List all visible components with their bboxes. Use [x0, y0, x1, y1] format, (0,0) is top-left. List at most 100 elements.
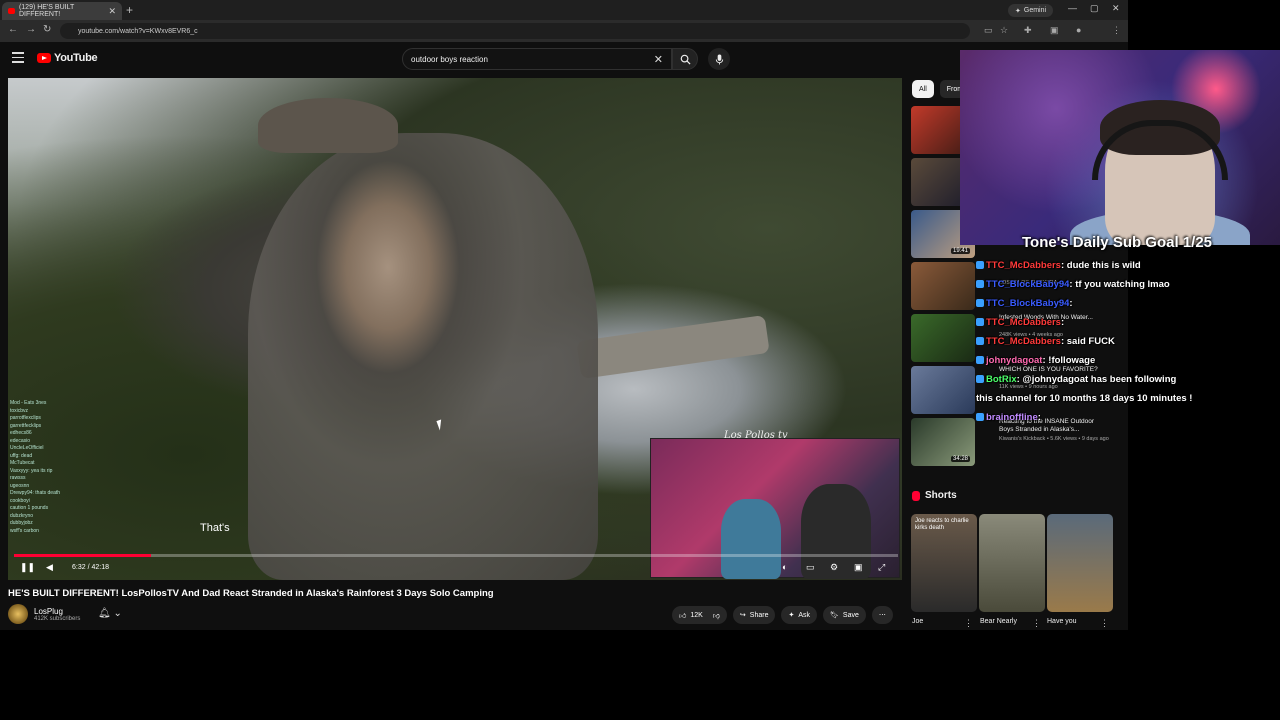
chat-badge-icon: [976, 280, 984, 289]
player-controls: ❚❚ ◀ 6:32 / 42:18 ◐ ▭ ⚙ ▣ ⤢: [8, 560, 902, 580]
subtitles-icon[interactable]: ▭: [806, 562, 815, 573]
reactor-webcam-inset: [650, 438, 900, 579]
share-icon: ↪: [739, 612, 746, 619]
tab-close-icon[interactable]: ✕: [108, 6, 116, 17]
settings-gear-icon[interactable]: ⚙: [830, 562, 838, 573]
stream-chat-line: TTC_McDabbers:: [976, 313, 1276, 332]
chip-all[interactable]: All: [912, 80, 934, 98]
pause-icon[interactable]: ❚❚: [20, 562, 35, 573]
video-chat-line: parrotflexclips: [10, 415, 41, 421]
video-player[interactable]: Mod - Eats 3nes toxicbvz parrotflexclips ga…: [8, 78, 902, 580]
chat-message: : tf you watching lmao: [1069, 279, 1170, 290]
profile-icon[interactable]: ●: [1076, 25, 1081, 35]
chat-username: BotRix: [986, 374, 1017, 385]
video-chat-line: dubbyjobz: [10, 520, 33, 526]
autoplay-toggle-icon[interactable]: ◐: [782, 562, 787, 572]
video-chat-line: garrettfecklips: [10, 422, 42, 429]
rec-duration: 34:28: [951, 456, 971, 462]
chat-badge-icon: [976, 413, 984, 422]
video-frame-cap: [258, 98, 398, 153]
new-tab-icon[interactable]: +: [126, 3, 133, 17]
rec-thumbnail[interactable]: [911, 366, 975, 414]
chat-message: : dude this is wild: [1060, 260, 1141, 271]
chat-message: : @johnydagoat has been following: [1016, 374, 1177, 385]
cast-icon[interactable]: ▭: [984, 25, 993, 36]
short-thumbnail[interactable]: Joe reacts to charlie kirks death: [911, 514, 977, 612]
url-field[interactable]: youtube.com/watch?v=KWxv8EVR6_c: [60, 23, 970, 39]
short-menu-icon[interactable]: ⋮: [1100, 618, 1109, 629]
chat-message: : !followage: [1042, 355, 1096, 366]
short-thumbnail[interactable]: [1047, 514, 1113, 612]
bookmark-star-icon[interactable]: ☆: [1000, 25, 1008, 36]
video-chat-line: rawsss: [10, 475, 26, 481]
channel-name[interactable]: LosPlug: [34, 607, 80, 616]
notification-bell-icon[interactable]: 🔔︎ ⌄: [98, 608, 122, 619]
video-frame-person: [248, 133, 598, 580]
short-title[interactable]: Have you: [1047, 618, 1077, 625]
chat-username: TTC_BlockBaby94: [986, 298, 1070, 309]
youtube-favicon-icon: [8, 8, 15, 14]
channel-info[interactable]: LosPlug 412K subscribers: [8, 604, 80, 624]
rec-thumbnail[interactable]: [911, 262, 975, 310]
video-chat-line: McTubecat: [10, 460, 35, 466]
back-icon[interactable]: ←: [8, 24, 18, 35]
fullscreen-icon[interactable]: ⤢: [878, 562, 885, 573]
more-actions-button[interactable]: ⋯: [871, 606, 893, 624]
more-icon: ⋯: [878, 612, 886, 619]
gemini-button[interactable]: ✦ Gemini: [1008, 4, 1054, 17]
short-menu-icon[interactable]: ⋮: [964, 618, 973, 629]
chat-username: TTC_BlockBaby94: [986, 279, 1070, 290]
video-chat-line: Mod - Eats 3nes: [10, 400, 47, 406]
time-display: 6:32 / 42:18: [72, 564, 109, 571]
rec-thumbnail[interactable]: [911, 314, 975, 362]
thumbs-up-icon: 👍︎: [679, 612, 687, 620]
chat-username: brainoffline: [986, 412, 1038, 423]
miniplayer-icon[interactable]: ▣: [854, 562, 863, 573]
thumbs-down-icon[interactable]: 👎︎: [713, 611, 720, 620]
short-title[interactable]: Joe: [912, 618, 923, 625]
short-menu-icon[interactable]: ⋮: [1032, 618, 1041, 629]
video-caption: That's: [200, 522, 230, 534]
browser-menu-icon[interactable]: ⋮: [1112, 25, 1121, 36]
maximize-icon[interactable]: ▢: [1090, 3, 1099, 14]
search-icon: [680, 54, 691, 65]
minimize-icon[interactable]: —: [1068, 3, 1077, 13]
hamburger-menu-icon[interactable]: [12, 52, 24, 66]
share-button[interactable]: ↪ Share: [732, 606, 776, 624]
youtube-logo[interactable]: YouTube: [37, 52, 98, 64]
volume-icon[interactable]: ◀: [46, 562, 53, 573]
chat-badge-icon: [976, 299, 984, 308]
extensions-icon[interactable]: ✚: [1024, 25, 1032, 36]
chat-message: : said FUCK: [1060, 336, 1115, 347]
youtube-play-icon: [37, 53, 51, 63]
search-button[interactable]: [672, 48, 698, 70]
gemini-icon: ✦: [1015, 7, 1021, 15]
sidebar-icon[interactable]: ▣: [1050, 25, 1059, 36]
short-thumbnail[interactable]: [979, 514, 1045, 612]
tab-active[interactable]: (129) HE'S BUILT DIFFERENT! ✕: [2, 2, 122, 20]
video-chat-line: uffg: dead: [10, 452, 33, 459]
streamer-webcam: [960, 50, 1280, 245]
action-bar: 👍︎ 12K 👎︎ ↪ Share ✦ Ask 🔖︎ Save ⋯: [672, 606, 893, 624]
clear-search-icon[interactable]: ✕: [654, 53, 663, 66]
channel-avatar[interactable]: [8, 604, 28, 624]
subscriber-count: 412K subscribers: [34, 615, 81, 622]
chat-username: TTC_McDabbers: [986, 260, 1061, 271]
video-frame-log: [576, 314, 770, 380]
video-chat-line: toxicbvz: [10, 407, 29, 414]
search-input[interactable]: outdoor boys reaction ✕: [402, 48, 672, 70]
ask-button[interactable]: ✦ Ask: [781, 606, 818, 624]
save-button[interactable]: 🔖︎ Save: [823, 606, 866, 624]
chat-badge-icon: [976, 261, 984, 270]
progress-bar[interactable]: [14, 554, 898, 557]
video-chat-line: UncleLeOfficiel: [10, 445, 44, 451]
rec-duration: 19:41: [951, 248, 971, 254]
short-title[interactable]: Bear Nearly: [980, 618, 1017, 625]
reload-icon[interactable]: ↻: [43, 24, 51, 35]
video-chat-line: cookboyi: [10, 497, 30, 504]
window-close-icon[interactable]: ✕: [1112, 3, 1120, 14]
like-button[interactable]: 👍︎ 12K 👎︎: [672, 606, 727, 624]
voice-search-button[interactable]: [708, 48, 730, 70]
forward-icon[interactable]: →: [26, 24, 36, 35]
chat-username: TTC_McDabbers: [986, 317, 1061, 328]
